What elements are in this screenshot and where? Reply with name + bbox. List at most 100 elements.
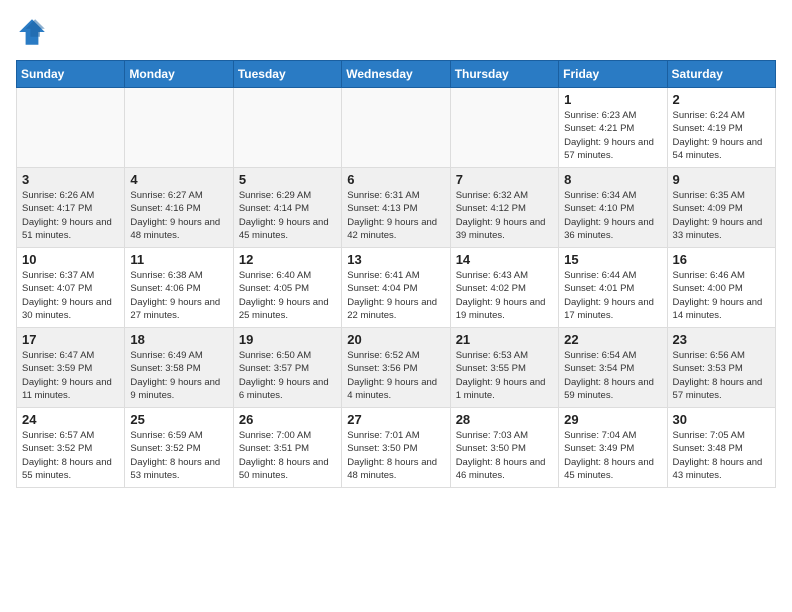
calendar-cell: 21 Sunrise: 6:53 AM Sunset: 3:55 PM Dayli… <box>450 328 558 408</box>
calendar-cell: 25Sunrise: 6:59 AM Sunset: 3:52 PM Dayli… <box>125 408 233 488</box>
logo-icon <box>16 16 48 48</box>
day-number: 15 <box>564 252 661 267</box>
day-header-tuesday: Tuesday <box>233 61 341 88</box>
day-number: 3 <box>22 172 119 187</box>
day-number: 6 <box>347 172 444 187</box>
day-info: Sunrise: 6:53 AM Sunset: 3:55 PM Dayligh… <box>456 349 553 402</box>
day-number: 30 <box>673 412 770 427</box>
day-info: Sunrise: 7:03 AM Sunset: 3:50 PM Dayligh… <box>456 429 553 482</box>
calendar-cell: 6 Sunrise: 6:31 AM Sunset: 4:13 PM Daylig… <box>342 168 450 248</box>
day-info: Sunrise: 6:50 AM Sunset: 3:57 PM Dayligh… <box>239 349 336 402</box>
day-info: Sunrise: 6:35 AM Sunset: 4:09 PM Dayligh… <box>673 189 770 242</box>
day-info: Sunrise: 6:34 AM Sunset: 4:10 PM Dayligh… <box>564 189 661 242</box>
calendar-cell: 23 Sunrise: 6:56 AM Sunset: 3:53 PM Dayli… <box>667 328 775 408</box>
day-number: 8 <box>564 172 661 187</box>
day-number: 23 <box>673 332 770 347</box>
calendar-cell: 28 Sunrise: 7:03 AM Sunset: 3:50 PM Dayli… <box>450 408 558 488</box>
day-info: Sunrise: 6:29 AM Sunset: 4:14 PM Dayligh… <box>239 189 336 242</box>
day-info: Sunrise: 6:32 AM Sunset: 4:12 PM Dayligh… <box>456 189 553 242</box>
day-info: Sunrise: 6:41 AM Sunset: 4:04 PM Dayligh… <box>347 269 444 322</box>
day-number: 17 <box>22 332 119 347</box>
day-info: Sunrise: 6:43 AM Sunset: 4:02 PM Dayligh… <box>456 269 553 322</box>
day-number: 5 <box>239 172 336 187</box>
calendar-cell <box>125 88 233 168</box>
day-number: 16 <box>673 252 770 267</box>
day-info: Sunrise: 6:46 AM Sunset: 4:00 PM Dayligh… <box>673 269 770 322</box>
day-number: 28 <box>456 412 553 427</box>
calendar-cell: 2 Sunrise: 6:24 AM Sunset: 4:19 PM Daylig… <box>667 88 775 168</box>
calendar-cell: 24 Sunrise: 6:57 AM Sunset: 3:52 PM Dayli… <box>17 408 125 488</box>
calendar-header-row: SundayMondayTuesdayWednesdayThursdayFrid… <box>17 61 776 88</box>
calendar-cell: 1 Sunrise: 6:23 AM Sunset: 4:21 PM Daylig… <box>559 88 667 168</box>
calendar-week-row: 17 Sunrise: 6:47 AM Sunset: 3:59 PM Dayli… <box>17 328 776 408</box>
calendar-cell: 30 Sunrise: 7:05 AM Sunset: 3:48 PM Dayli… <box>667 408 775 488</box>
day-header-sunday: Sunday <box>17 61 125 88</box>
day-number: 24 <box>22 412 119 427</box>
calendar-cell: 4Sunrise: 6:27 AM Sunset: 4:16 PM Daylig… <box>125 168 233 248</box>
day-info: Sunrise: 6:38 AM Sunset: 4:06 PM Dayligh… <box>130 269 227 322</box>
calendar-cell: 13 Sunrise: 6:41 AM Sunset: 4:04 PM Dayli… <box>342 248 450 328</box>
logo <box>16 16 52 48</box>
day-info: Sunrise: 6:37 AM Sunset: 4:07 PM Dayligh… <box>22 269 119 322</box>
calendar-cell: 3 Sunrise: 6:26 AM Sunset: 4:17 PM Daylig… <box>17 168 125 248</box>
calendar-cell: 20 Sunrise: 6:52 AM Sunset: 3:56 PM Dayli… <box>342 328 450 408</box>
day-info: Sunrise: 6:44 AM Sunset: 4:01 PM Dayligh… <box>564 269 661 322</box>
day-number: 21 <box>456 332 553 347</box>
day-number: 26 <box>239 412 336 427</box>
day-number: 7 <box>456 172 553 187</box>
day-number: 11 <box>130 252 227 267</box>
calendar-cell: 19 Sunrise: 6:50 AM Sunset: 3:57 PM Dayli… <box>233 328 341 408</box>
day-header-saturday: Saturday <box>667 61 775 88</box>
calendar-cell: 16 Sunrise: 6:46 AM Sunset: 4:00 PM Dayli… <box>667 248 775 328</box>
day-info: Sunrise: 6:52 AM Sunset: 3:56 PM Dayligh… <box>347 349 444 402</box>
calendar-cell: 12Sunrise: 6:40 AM Sunset: 4:05 PM Dayli… <box>233 248 341 328</box>
calendar-cell: 29Sunrise: 7:04 AM Sunset: 3:49 PM Dayli… <box>559 408 667 488</box>
calendar-cell: 9 Sunrise: 6:35 AM Sunset: 4:09 PM Daylig… <box>667 168 775 248</box>
day-info: Sunrise: 6:59 AM Sunset: 3:52 PM Dayligh… <box>130 429 227 482</box>
day-number: 22 <box>564 332 661 347</box>
day-info: Sunrise: 7:00 AM Sunset: 3:51 PM Dayligh… <box>239 429 336 482</box>
calendar-week-row: 24 Sunrise: 6:57 AM Sunset: 3:52 PM Dayli… <box>17 408 776 488</box>
calendar-cell <box>17 88 125 168</box>
calendar-cell: 8 Sunrise: 6:34 AM Sunset: 4:10 PM Daylig… <box>559 168 667 248</box>
day-number: 9 <box>673 172 770 187</box>
day-number: 12 <box>239 252 336 267</box>
calendar-week-row: 3 Sunrise: 6:26 AM Sunset: 4:17 PM Daylig… <box>17 168 776 248</box>
calendar-cell: 7 Sunrise: 6:32 AM Sunset: 4:12 PM Daylig… <box>450 168 558 248</box>
day-info: Sunrise: 6:57 AM Sunset: 3:52 PM Dayligh… <box>22 429 119 482</box>
calendar-week-row: 1 Sunrise: 6:23 AM Sunset: 4:21 PM Daylig… <box>17 88 776 168</box>
day-info: Sunrise: 6:26 AM Sunset: 4:17 PM Dayligh… <box>22 189 119 242</box>
day-number: 4 <box>130 172 227 187</box>
day-number: 19 <box>239 332 336 347</box>
day-info: Sunrise: 6:23 AM Sunset: 4:21 PM Dayligh… <box>564 109 661 162</box>
day-info: Sunrise: 7:05 AM Sunset: 3:48 PM Dayligh… <box>673 429 770 482</box>
day-info: Sunrise: 7:04 AM Sunset: 3:49 PM Dayligh… <box>564 429 661 482</box>
calendar-cell: 17 Sunrise: 6:47 AM Sunset: 3:59 PM Dayli… <box>17 328 125 408</box>
calendar-cell: 22 Sunrise: 6:54 AM Sunset: 3:54 PM Dayli… <box>559 328 667 408</box>
day-header-monday: Monday <box>125 61 233 88</box>
day-number: 18 <box>130 332 227 347</box>
day-info: Sunrise: 6:56 AM Sunset: 3:53 PM Dayligh… <box>673 349 770 402</box>
day-number: 1 <box>564 92 661 107</box>
calendar-cell: 11 Sunrise: 6:38 AM Sunset: 4:06 PM Dayli… <box>125 248 233 328</box>
day-info: Sunrise: 6:31 AM Sunset: 4:13 PM Dayligh… <box>347 189 444 242</box>
page-header <box>16 16 776 48</box>
day-info: Sunrise: 6:47 AM Sunset: 3:59 PM Dayligh… <box>22 349 119 402</box>
calendar-cell: 15 Sunrise: 6:44 AM Sunset: 4:01 PM Dayli… <box>559 248 667 328</box>
calendar-cell: 26 Sunrise: 7:00 AM Sunset: 3:51 PM Dayli… <box>233 408 341 488</box>
day-info: Sunrise: 7:01 AM Sunset: 3:50 PM Dayligh… <box>347 429 444 482</box>
day-header-wednesday: Wednesday <box>342 61 450 88</box>
day-number: 13 <box>347 252 444 267</box>
calendar-week-row: 10Sunrise: 6:37 AM Sunset: 4:07 PM Dayli… <box>17 248 776 328</box>
day-number: 2 <box>673 92 770 107</box>
calendar-cell: 10Sunrise: 6:37 AM Sunset: 4:07 PM Dayli… <box>17 248 125 328</box>
calendar-cell <box>342 88 450 168</box>
day-number: 20 <box>347 332 444 347</box>
calendar-cell: 5 Sunrise: 6:29 AM Sunset: 4:14 PM Daylig… <box>233 168 341 248</box>
day-number: 27 <box>347 412 444 427</box>
day-header-friday: Friday <box>559 61 667 88</box>
day-header-thursday: Thursday <box>450 61 558 88</box>
calendar-cell: 18Sunrise: 6:49 AM Sunset: 3:58 PM Dayli… <box>125 328 233 408</box>
day-info: Sunrise: 6:54 AM Sunset: 3:54 PM Dayligh… <box>564 349 661 402</box>
day-info: Sunrise: 6:24 AM Sunset: 4:19 PM Dayligh… <box>673 109 770 162</box>
